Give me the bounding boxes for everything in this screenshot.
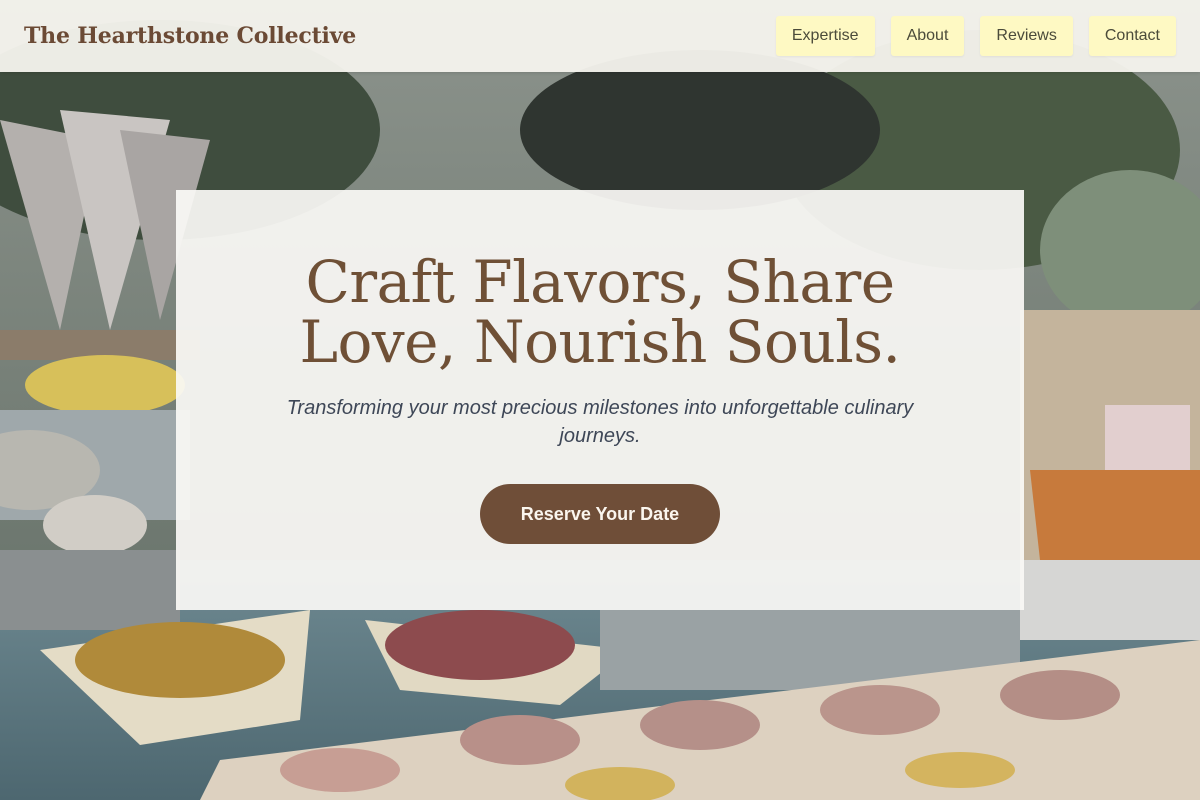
nav-link-expertise[interactable]: Expertise [775, 16, 875, 56]
hero-title: Craft Flavors, Share Love, Nourish Souls… [299, 248, 901, 376]
brand-logo-text[interactable]: The Hearthstone Collective [24, 23, 356, 49]
nav-link-reviews[interactable]: Reviews [980, 16, 1073, 56]
hero-subtitle: Transforming your most precious mileston… [286, 397, 914, 447]
nav-link-contact[interactable]: Contact [1088, 16, 1176, 56]
reserve-date-button[interactable]: Reserve Your Date [480, 484, 720, 544]
hero-card: Craft Flavors, Share Love, Nourish Souls… [176, 190, 1024, 610]
nav-link-about[interactable]: About [890, 16, 965, 56]
site-header: The Hearthstone Collective Expertise Abo… [0, 0, 1200, 72]
main-nav: Expertise About Reviews Contact [775, 16, 1176, 56]
